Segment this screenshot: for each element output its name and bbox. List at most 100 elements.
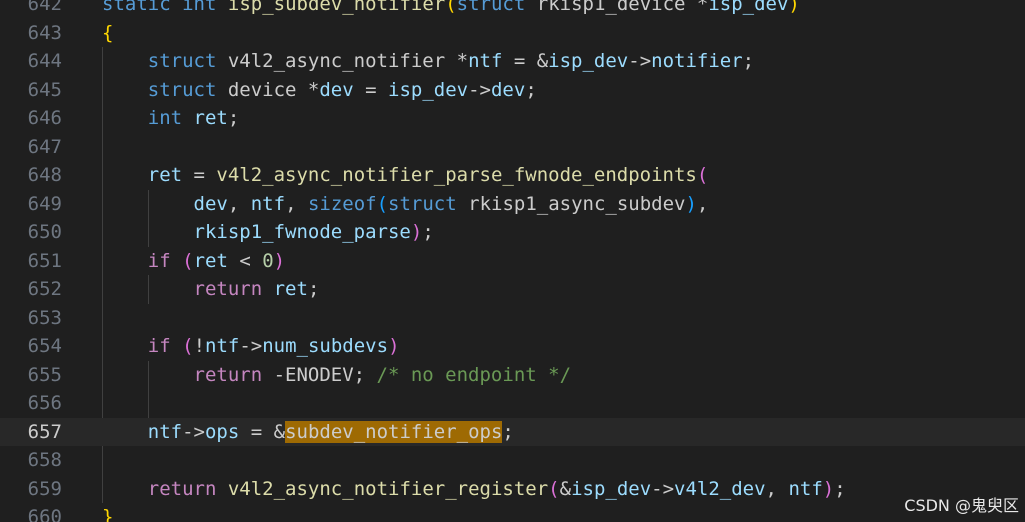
code-text: ;: [422, 221, 434, 243]
function-name: isp_subdev_notifier: [227, 0, 446, 15]
bracket: (: [376, 192, 389, 215]
code-text: rkisp1_device *: [525, 0, 709, 15]
variable: ntf: [147, 420, 183, 443]
line-number[interactable]: 646: [0, 104, 62, 133]
line-number[interactable]: 656: [0, 389, 62, 418]
bracket: (: [548, 477, 560, 500]
variable: ntf: [205, 335, 240, 357]
bracket: (: [696, 164, 709, 186]
code-text[interactable]: struct v4l2_async_notifier *ntf = &isp_d…: [102, 47, 754, 76]
code-line[interactable]: 650 rkisp1_fwnode_parse);: [0, 218, 1025, 247]
line-number[interactable]: 653: [0, 304, 62, 333]
code-line[interactable]: 648 ret = v4l2_async_notifier_parse_fwno…: [0, 161, 1025, 190]
code-editor[interactable]: 642 static int isp_subdev_notifier(struct…: [0, 0, 1025, 522]
code-text: ,: [227, 192, 251, 215]
line-number[interactable]: 649: [0, 190, 62, 219]
bracket: ): [410, 221, 423, 243]
variable: rkisp1_fwnode_parse: [193, 221, 411, 243]
line-number[interactable]: 643: [0, 19, 62, 48]
code-text: ->: [651, 477, 675, 500]
code-text[interactable]: return ret;: [102, 275, 320, 304]
variable: isp_dev: [548, 50, 629, 72]
line-number[interactable]: 651: [0, 247, 62, 276]
code-text[interactable]: int ret;: [102, 104, 240, 133]
bracket: ): [788, 0, 800, 15]
code-text[interactable]: {: [102, 19, 113, 48]
variable: ntf: [250, 192, 286, 215]
code-line[interactable]: 656: [0, 389, 1025, 418]
code-line[interactable]: 643 {: [0, 19, 1025, 48]
code-text[interactable]: ntf->ops = &subdev_notifier_ops;: [102, 418, 514, 447]
code-line[interactable]: 645 struct device *dev = isp_dev->dev;: [0, 76, 1025, 105]
line-number[interactable]: 657: [0, 418, 62, 447]
keyword: struct: [456, 0, 526, 15]
code-line[interactable]: 654 if (!ntf->num_subdevs): [0, 332, 1025, 361]
line-number[interactable]: 647: [0, 133, 62, 162]
control-keyword: if: [147, 249, 171, 272]
bracket: (: [182, 335, 194, 357]
code-line[interactable]: 659 return v4l2_async_notifier_register(…: [0, 475, 1025, 504]
function-name: v4l2_async_notifier_parse_fwnode_endpoin…: [216, 164, 697, 186]
keyword: struct: [147, 50, 217, 72]
keyword: static: [102, 0, 171, 15]
line-number[interactable]: 642: [0, 0, 62, 19]
variable: ret: [147, 164, 183, 186]
search-highlight: subdev_notifier_ops: [285, 420, 503, 443]
variable: dev: [193, 192, 228, 215]
line-number[interactable]: 655: [0, 361, 62, 390]
variable: dev: [319, 78, 354, 101]
code-line[interactable]: 642 static int isp_subdev_notifier(struct…: [0, 0, 1025, 19]
code-text[interactable]: struct device *dev = isp_dev->dev;: [102, 76, 537, 105]
variable: isp_dev: [708, 0, 789, 15]
code-line[interactable]: 660}: [0, 503, 1025, 522]
code-line[interactable]: 658: [0, 446, 1025, 475]
line-number[interactable]: 650: [0, 218, 62, 247]
control-keyword: if: [147, 335, 171, 357]
line-number[interactable]: 645: [0, 76, 62, 105]
code-text[interactable]: if (ret < 0): [102, 247, 285, 276]
bracket: ): [388, 335, 400, 357]
code-text[interactable]: ret = v4l2_async_notifier_parse_fwnode_e…: [102, 161, 709, 190]
code-text[interactable]: static int isp_subdev_notifier(struct rk…: [102, 0, 800, 19]
code-text[interactable]: return v4l2_async_notifier_register(&isp…: [102, 475, 846, 504]
code-text[interactable]: return -ENODEV; /* no endpoint */: [102, 361, 572, 390]
code-text[interactable]: dev, ntf, sizeof(struct rkisp1_async_sub…: [102, 190, 709, 219]
code-text: ,: [696, 192, 709, 215]
variable: ntf: [468, 50, 503, 72]
comment: /* no endpoint */: [376, 363, 572, 386]
line-number[interactable]: 660: [0, 503, 62, 522]
variable: ret: [193, 107, 228, 129]
code-line[interactable]: 647: [0, 133, 1025, 162]
bracket: ): [273, 249, 286, 272]
line-number[interactable]: 652: [0, 275, 62, 304]
line-number[interactable]: 644: [0, 47, 62, 76]
line-number[interactable]: 659: [0, 475, 62, 504]
line-number[interactable]: 658: [0, 446, 62, 475]
watermark: CSDN @鬼臾区: [904, 496, 1019, 515]
code-text[interactable]: if (!ntf->num_subdevs): [102, 332, 400, 361]
control-keyword: return: [193, 278, 263, 300]
code-line[interactable]: 644 struct v4l2_async_notifier *ntf = &i…: [0, 47, 1025, 76]
code-text[interactable]: }: [102, 503, 113, 522]
line-number[interactable]: 648: [0, 161, 62, 190]
variable: ret: [273, 278, 308, 300]
variable: isp_dev: [388, 78, 469, 101]
code-text: ;: [307, 278, 320, 300]
code-line[interactable]: 652 return ret;: [0, 275, 1025, 304]
variable: ntf: [788, 477, 823, 500]
code-line[interactable]: 646 int ret;: [0, 104, 1025, 133]
line-number[interactable]: 654: [0, 332, 62, 361]
code-line[interactable]: 649 dev, ntf, sizeof(struct rkisp1_async…: [0, 190, 1025, 219]
variable: ret: [193, 249, 228, 272]
code-line[interactable]: 653: [0, 304, 1025, 333]
code-text[interactable]: rkisp1_fwnode_parse);: [102, 218, 434, 247]
code-text: =: [182, 164, 217, 186]
code-line[interactable]: 651 if (ret < 0): [0, 247, 1025, 276]
code-line[interactable]: 657 ntf->ops = &subdev_notifier_ops;: [0, 417, 1025, 447]
code-line[interactable]: 655 return -ENODEV; /* no endpoint */: [0, 361, 1025, 390]
